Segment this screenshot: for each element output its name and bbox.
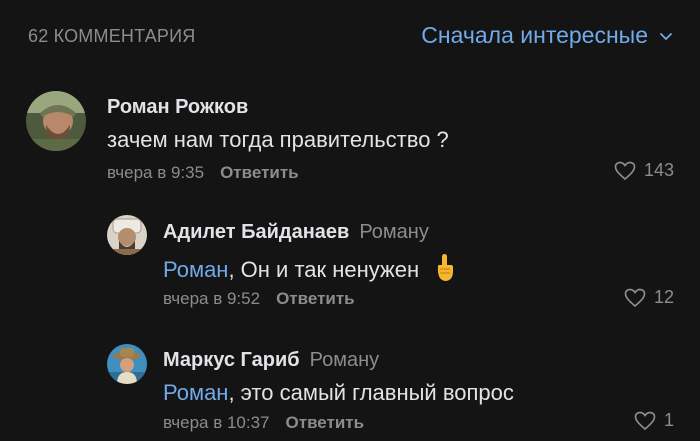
comment-author[interactable]: Маркус Гариб Роману [163, 349, 379, 372]
comment-author[interactable]: Роман Рожков [107, 96, 248, 119]
heart-outline-icon [614, 161, 636, 180]
avatar-photo-icon [107, 344, 147, 384]
avatar[interactable] [107, 215, 147, 255]
author-name: Адилет Байданаев [163, 221, 350, 243]
like-count: 143 [643, 160, 674, 180]
comment-author[interactable]: Адилет Байданаев Роману [163, 221, 429, 244]
like-button[interactable]: 12 [624, 287, 674, 308]
pointing-up-emoji [438, 254, 454, 281]
comment-time: вчера в 10:37 [163, 413, 270, 432]
comment-time: вчера в 9:35 [107, 163, 205, 182]
comment-meta: вчера в 9:52 Ответить [163, 289, 355, 309]
reply-to-label[interactable]: Роману [359, 221, 429, 243]
comment-time: вчера в 9:52 [163, 289, 261, 308]
comment-body: , это самый главный вопрос [228, 380, 514, 405]
like-button[interactable]: 1 [634, 410, 674, 431]
chevron-down-icon [660, 32, 672, 40]
comment-text: зачем нам тогда правительство ? [107, 127, 449, 152]
comment-meta: вчера в 10:37 Ответить [163, 413, 364, 433]
reply-button[interactable]: Ответить [286, 413, 365, 432]
like-count: 12 [653, 287, 674, 307]
author-name: Маркус Гариб [163, 349, 300, 371]
comments-header: 62 КОММЕНТАРИЯ Сначала интересные [0, 0, 700, 72]
reply-button[interactable]: Ответить [276, 289, 355, 308]
avatar-photo-icon [26, 91, 86, 151]
reply-to-label[interactable]: Роману [310, 349, 380, 371]
comment-text: Роман, это самый главный вопрос [163, 380, 514, 406]
reply-button[interactable]: Ответить [220, 163, 299, 182]
sort-label: Сначала интересные [421, 22, 648, 48]
mention-link[interactable]: Роман [163, 380, 228, 405]
avatar[interactable] [26, 91, 86, 151]
heart-outline-icon [634, 411, 656, 430]
avatar[interactable] [107, 344, 147, 384]
sort-dropdown[interactable]: Сначала интересные [421, 22, 674, 49]
comment-body: , Он и так ненужен [228, 257, 420, 282]
like-button[interactable]: 143 [614, 160, 674, 181]
avatar-photo-icon [107, 215, 147, 255]
like-count: 1 [663, 410, 674, 430]
comment-text: Роман, Он и так ненужен [163, 253, 457, 283]
mention-link[interactable]: Роман [163, 257, 228, 282]
comment-meta: вчера в 9:35 Ответить [107, 163, 299, 183]
heart-outline-icon [624, 288, 646, 307]
comments-count: 62 КОММЕНТАРИЯ [28, 26, 196, 46]
